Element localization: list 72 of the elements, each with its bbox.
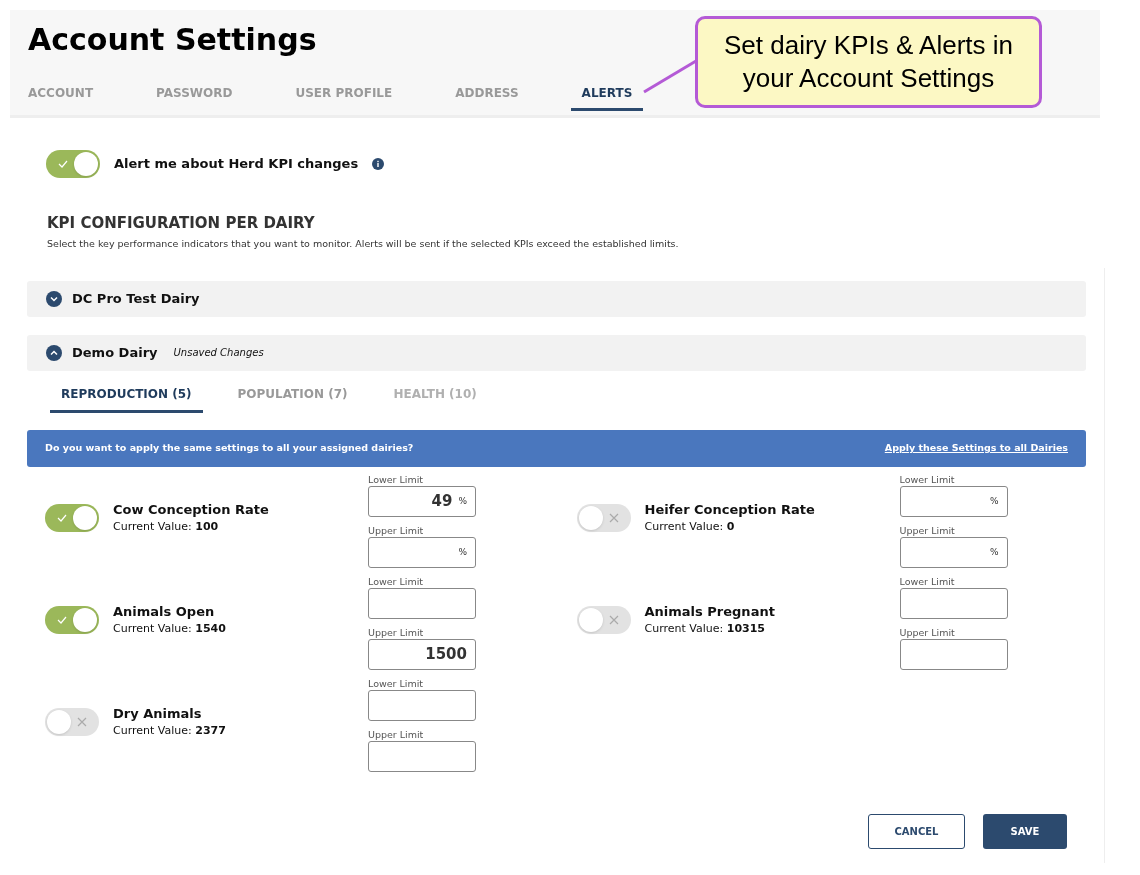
- limit-input[interactable]: %: [368, 536, 476, 568]
- section-heading: KPI CONFIGURATION PER DAIRY: [47, 213, 316, 234]
- current-value: 1540: [195, 621, 226, 635]
- limit-input[interactable]: [368, 740, 476, 772]
- limit-label: Upper Limit: [899, 524, 956, 537]
- unit-label: %: [989, 494, 999, 508]
- unit-label: %: [989, 545, 999, 559]
- limit-label: Lower Limit: [899, 575, 956, 588]
- limit-label: Lower Limit: [368, 575, 425, 588]
- section-description: Select the key performance indicators that you want to monitor. Alerts will be sent if the selected KPIs exceed the established limits.: [47, 236, 680, 251]
- kpi-toggle[interactable]: [576, 503, 631, 532]
- input-value: 1500: [425, 644, 467, 665]
- toggle-label: Alert me about Herd KPI changes: [114, 155, 359, 174]
- chevron-up-icon: [46, 344, 62, 361]
- save-button[interactable]: SAVE: [983, 814, 1067, 849]
- unsaved-note: Unsaved Changes: [173, 346, 264, 361]
- kpi-toggle[interactable]: [576, 605, 631, 634]
- info-icon: [372, 158, 385, 170]
- limit-label: Lower Limit: [899, 473, 956, 486]
- limit-label: Upper Limit: [368, 728, 425, 741]
- dairy-accordion[interactable]: Demo Dairy Unsaved Changes: [27, 334, 1086, 371]
- limit-input[interactable]: 49 %: [368, 485, 476, 517]
- kpi-tab[interactable]: REPRODUCTION (5): [50, 384, 203, 413]
- limit-input[interactable]: [368, 587, 476, 619]
- kpi-name: Animals Pregnant: [644, 602, 775, 621]
- cancel-button[interactable]: CANCEL: [868, 814, 965, 849]
- dairy-name: Demo Dairy: [72, 344, 158, 362]
- current-value-label: Current Value:: [113, 621, 192, 635]
- current-value-label: Current Value:: [644, 519, 724, 533]
- x-icon: [608, 614, 619, 625]
- current-value: 0: [726, 519, 735, 533]
- limit-label: Upper Limit: [899, 626, 956, 639]
- current-value: 2377: [195, 723, 226, 737]
- kpi-name: Animals Open: [113, 602, 216, 621]
- current-value: 100: [195, 519, 219, 533]
- chevron-down-icon: [46, 290, 62, 307]
- kpi-toggle[interactable]: [45, 503, 99, 532]
- kpi-name: Cow Conception Rate: [113, 500, 269, 519]
- page-title: Account Settings: [28, 21, 317, 59]
- x-icon: [77, 716, 87, 727]
- kpi-toggle[interactable]: [45, 605, 99, 634]
- current-value-label: Current Value:: [113, 519, 192, 533]
- limit-input[interactable]: [899, 638, 1008, 670]
- unit-label: %: [458, 494, 467, 508]
- limit-label: Upper Limit: [368, 524, 425, 537]
- kpi-name: Dry Animals: [113, 704, 203, 723]
- current-value: 10315: [726, 621, 765, 635]
- alert-toggle[interactable]: [46, 150, 100, 178]
- check-icon: [58, 160, 68, 168]
- limit-label: Lower Limit: [368, 473, 425, 486]
- limit-input[interactable]: 1500: [368, 638, 476, 670]
- current-value-label: Current Value:: [113, 723, 192, 737]
- limit-input[interactable]: %: [899, 536, 1008, 568]
- limit-label: Lower Limit: [368, 677, 425, 690]
- limit-input[interactable]: [368, 689, 476, 721]
- limit-label: Upper Limit: [368, 626, 425, 639]
- unit-label: %: [458, 545, 467, 559]
- check-icon: [57, 513, 67, 522]
- check-icon: [57, 615, 67, 624]
- settings-tab[interactable]: ALERTS: [570, 84, 644, 111]
- kpi-name: Heifer Conception Rate: [644, 500, 815, 519]
- dairy-accordion[interactable]: DC Pro Test Dairy: [27, 280, 1086, 317]
- x-icon: [608, 512, 619, 523]
- kpi-toggle[interactable]: [45, 707, 99, 736]
- limit-input[interactable]: [899, 587, 1008, 619]
- input-value: 49: [431, 491, 453, 512]
- banner-question: Do you want to apply the same settings to all your assigned dairies?: [45, 441, 414, 456]
- limit-input[interactable]: %: [899, 485, 1008, 517]
- callout-text: Set dairy KPIs & Alerts in your Account Settings: [723, 29, 1014, 95]
- apply-all-link[interactable]: Apply these Settings to all Dairies: [884, 441, 1068, 456]
- current-value-label: Current Value:: [644, 621, 724, 635]
- dairy-name: DC Pro Test Dairy: [72, 290, 200, 308]
